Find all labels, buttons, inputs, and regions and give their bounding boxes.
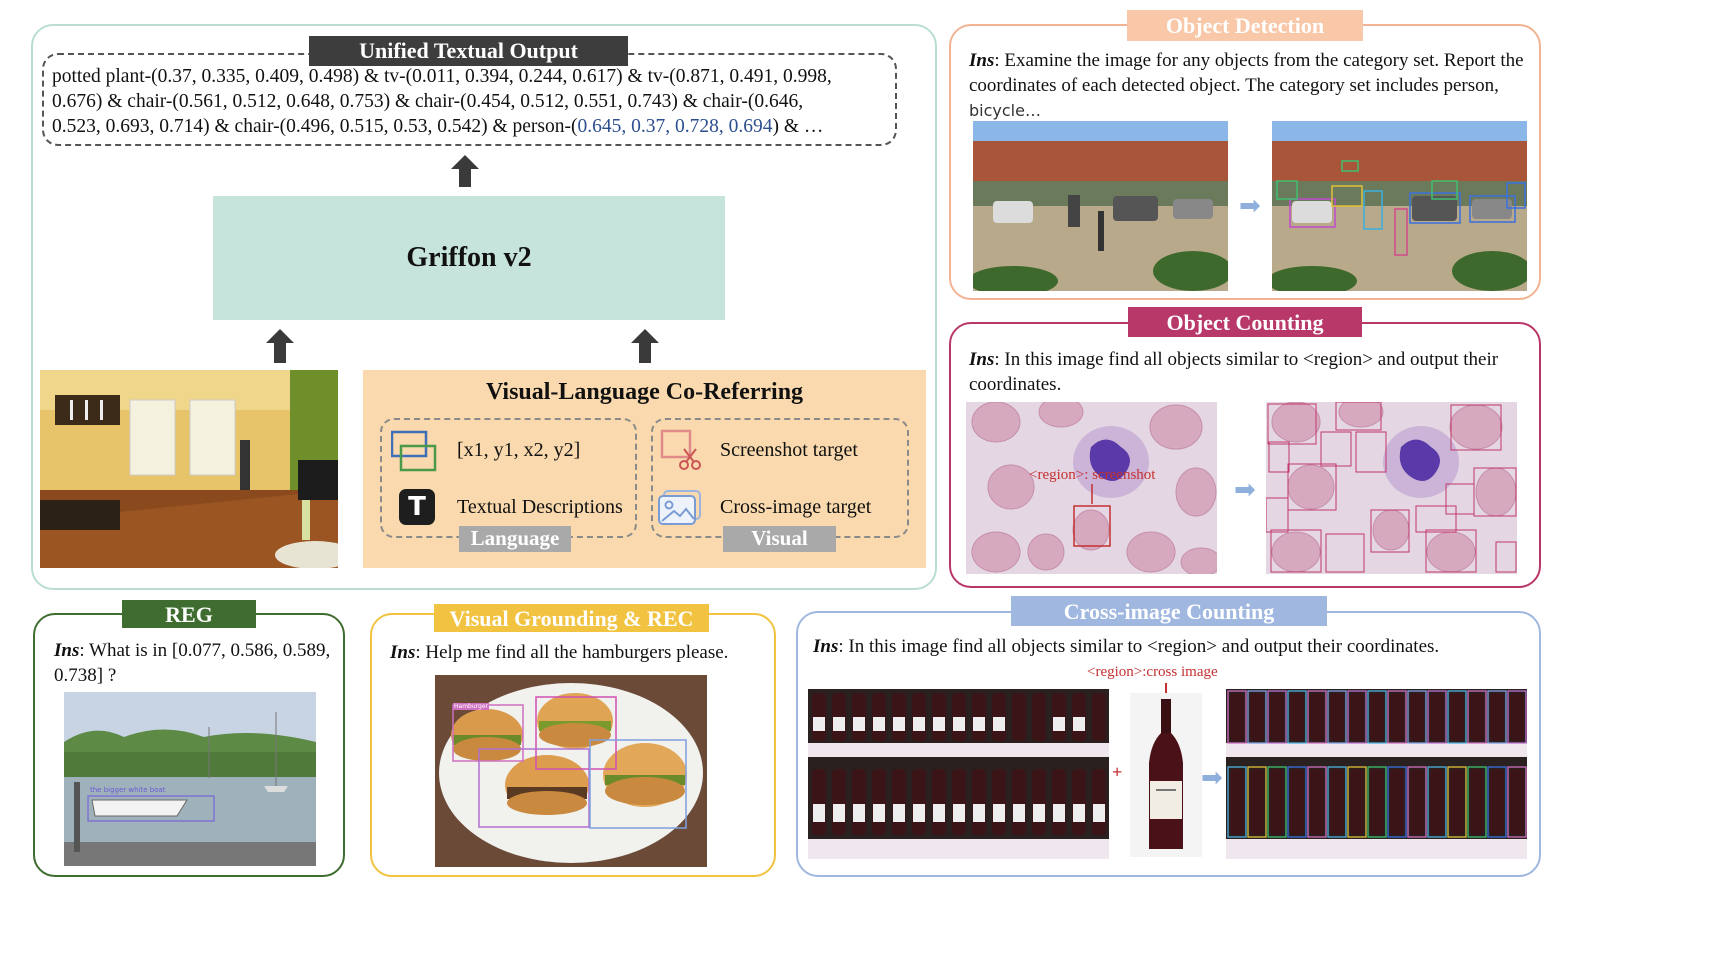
text-t-icon: T [399,489,435,525]
reg-title: REG [122,600,256,628]
reg-ins: Ins: What is in [0.077, 0.586, 0.589, 0.… [54,640,331,686]
region-screenshot-label: <region>: screenshot [1029,467,1156,483]
model-box: Griffon v2 [213,196,725,320]
coref-title: Visual-Language Co-Referring [485,379,804,405]
coord-text: [x1, y1, x2, y2] [457,439,581,461]
grounding-title: Visual Grounding & REC [434,604,709,632]
blood-cells-detected-image [1266,402,1517,574]
lake-boats-image [64,692,316,866]
right-arrow-icon: ➡ [1239,191,1261,221]
cross-image-target: Cross-image target [720,496,872,518]
arrow-up-icon [266,329,294,363]
grounding-ins: Ins: Help me find all the hamburgers ple… [390,642,729,663]
blood-cells-image [966,402,1217,574]
textual-desc: Textual Descriptions [457,496,623,518]
region-cross-label: <region>:cross image [1087,664,1218,680]
right-arrow-icon: ➡ [1234,475,1256,505]
right-arrow-icon: ➡ [1201,763,1223,793]
object-detection-ins: Ins: Examine the image for any objects f… [969,50,1524,120]
wine-shelf-image [808,689,1109,859]
object-detection-title: Object Detection [1127,10,1363,41]
cross-counting-title: Cross-image Counting [1011,596,1327,626]
output-line-3: 0.523, 0.693, 0.714) & chair-(0.496, 0.5… [52,116,824,137]
language-label: Language [459,526,571,552]
screenshot-target: Screenshot target [720,439,858,461]
output-line-2: 0.676) & chair-(0.561, 0.512, 0.648, 0.7… [52,91,804,112]
bbox-icon [390,430,437,474]
output-text: potted plant-(0.37, 0.335, 0.409, 0.498)… [52,64,892,139]
living-room-image [40,370,338,568]
unified-output-label: Unified Textual Output [309,36,628,66]
output-line-1: potted plant-(0.37, 0.335, 0.409, 0.498)… [52,66,832,87]
arrow-up-icon [631,329,659,363]
screenshot-scissors-icon [660,429,704,473]
arrow-up-icon [451,155,479,187]
wine-bottle-image [1130,693,1202,857]
cross-counting-ins: Ins: In this image find all objects simi… [813,636,1440,657]
image-gallery-icon [658,489,702,527]
object-counting-ins: Ins: In this image find all objects simi… [969,349,1499,395]
plus-sign: + [1112,762,1123,782]
parking-lot-detected-image [1272,121,1527,291]
model-name: Griffon v2 [406,242,532,273]
parking-lot-image [973,121,1228,291]
hamburger-box-label: Hamburger [453,703,489,710]
visual-label: Visual [723,526,836,552]
person-coords: 0.645, 0.37, 0.728, 0.694 [577,116,773,137]
object-counting-title: Object Counting [1128,307,1362,337]
reg-box-label: the bigger white boat [90,786,166,794]
wine-shelf-detected-image [1226,689,1527,859]
